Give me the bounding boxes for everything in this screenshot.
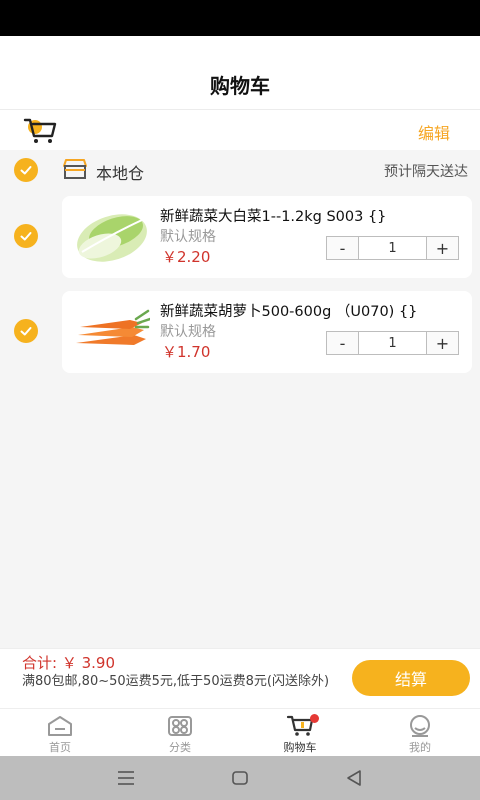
tab-label: 分类 [169, 741, 191, 754]
check-icon [20, 232, 32, 241]
increase-button[interactable]: + [426, 237, 458, 259]
profile-icon [410, 715, 430, 737]
edit-button[interactable]: 编辑 [418, 120, 450, 144]
item-spec: 默认规格 [160, 229, 216, 245]
warehouse-row: 本地仓 预计隔天送达 [0, 150, 480, 190]
tab-cart[interactable]: 购物车 [240, 709, 360, 756]
home-button-icon[interactable] [230, 768, 250, 788]
checkout-button[interactable]: 结算 [352, 660, 470, 696]
menu-icon[interactable] [116, 768, 136, 788]
item-name[interactable]: 新鲜蔬菜大白菜1--1.2kg S003 {} [160, 205, 386, 226]
warehouse-checkbox[interactable] [14, 158, 38, 182]
check-icon [20, 166, 32, 175]
warehouse-name: 本地仓 [96, 164, 145, 183]
tab-profile[interactable]: 我的 [360, 709, 480, 756]
tab-label: 首页 [49, 741, 71, 754]
cart-toolbar: 编辑 [0, 110, 480, 150]
tab-category[interactable]: 分类 [120, 709, 240, 756]
cart-logo-icon [23, 118, 57, 143]
item-price: ￥1.70 [162, 343, 211, 361]
status-bar [0, 0, 480, 36]
shipping-note: 满80包邮,80~50运费5元,低于50运费8元(闪送除外) [22, 674, 330, 689]
cart-badge [310, 714, 319, 723]
decrease-button[interactable]: - [327, 332, 359, 354]
back-icon[interactable] [344, 768, 364, 788]
check-icon [20, 327, 32, 336]
nav-bar: 购物车 [0, 36, 480, 110]
quantity-stepper: - 1 + [326, 331, 459, 355]
tab-label: 购物车 [283, 741, 317, 754]
system-nav-bar [0, 756, 480, 800]
item-price: ￥2.20 [162, 248, 211, 266]
home-icon [48, 716, 72, 736]
item-checkbox[interactable] [14, 224, 38, 248]
quantity-input[interactable]: 1 [359, 332, 426, 354]
cart-item[interactable]: 新鲜蔬菜大白菜1--1.2kg S003 {} 默认规格 ￥2.20 - 1 + [62, 196, 472, 278]
category-icon [168, 716, 192, 736]
quantity-input[interactable]: 1 [359, 237, 426, 259]
cart-item[interactable]: 新鲜蔬菜胡萝卜500-600g （U070) {} 默认规格 ￥1.70 - 1… [62, 291, 472, 373]
page-title: 购物车 [210, 74, 270, 98]
item-checkbox[interactable] [14, 319, 38, 343]
carrot-image [76, 309, 150, 345]
tab-bar: 首页 分类 购物车 我的 [0, 708, 480, 756]
quantity-stepper: - 1 + [326, 236, 459, 260]
store-icon [63, 159, 87, 179]
checkout-footer: 合计: ￥ 3.90 满80包邮,80~50运费5元,低于50运费8元(闪送除外… [0, 648, 480, 708]
increase-button[interactable]: + [426, 332, 458, 354]
tab-label: 我的 [409, 741, 431, 754]
decrease-button[interactable]: - [327, 237, 359, 259]
cabbage-image [77, 214, 147, 262]
tab-home[interactable]: 首页 [0, 709, 120, 756]
item-name[interactable]: 新鲜蔬菜胡萝卜500-600g （U070) {} [160, 300, 417, 321]
total-price: 合计: ￥ 3.90 [22, 654, 115, 672]
item-spec: 默认规格 [160, 324, 216, 340]
delivery-note: 预计隔天送达 [384, 164, 468, 180]
